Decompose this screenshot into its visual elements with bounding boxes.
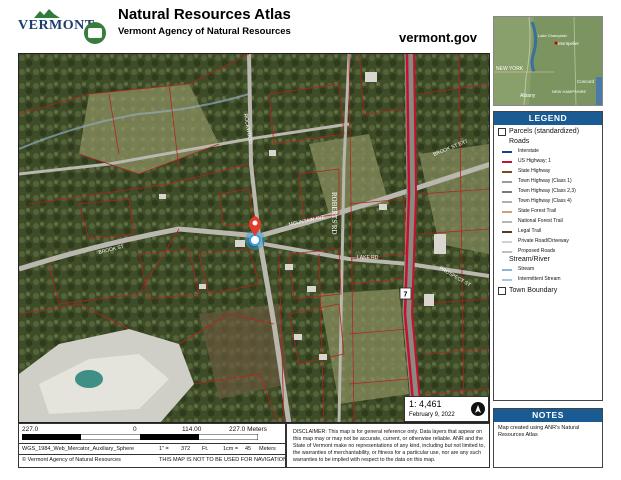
legend-road-swatch [502, 221, 512, 223]
legend-road-label: Town Highway (Class 1) [518, 178, 572, 184]
inset-label-concord: Concord [577, 79, 595, 84]
legend-parcels-label: Parcels (standardized) [509, 128, 580, 135]
legend-stream-heading: Stream/River [509, 256, 550, 263]
scale-zero: 0 [133, 426, 137, 433]
ratio-inch-value: 372 [181, 446, 191, 452]
inset-canvas: Lake Champlain Montpelier NEW YORK Conco… [494, 17, 602, 105]
inset-label-new-york: NEW YORK [496, 66, 524, 72]
ratio-cm-label: 1cm = [223, 446, 239, 452]
legend-stream-label: Intermittent Stream [518, 276, 561, 282]
scale-bar-graphic [22, 434, 258, 440]
site-url[interactable]: vermont.gov [399, 30, 477, 45]
legend-road-swatch [502, 251, 512, 253]
legend-road-swatch [502, 191, 512, 193]
map-canvas: ROCKWOOD MOUNTAIN AVE BROOK ST EXT ROBER… [19, 54, 489, 422]
inset-label-new-hampshire: NEW HAMPSHIRE [552, 89, 587, 94]
scale-bar-panel: 227.0 0 114.00 227.0 Meters WGS_1984_Web… [18, 423, 288, 468]
ratio-inch-unit: Ft. [202, 446, 209, 452]
scale-divider [19, 443, 285, 444]
ratio-inch-label: 1" = [159, 446, 169, 452]
page-title: Natural Resources Atlas [118, 6, 291, 23]
disclaimer-text: DISCLAIMER: This map is for general refe… [293, 429, 485, 463]
scale-divider-2 [19, 454, 285, 455]
map-date: February 9, 2022 [409, 412, 455, 418]
legend-road-swatch [502, 181, 512, 183]
legend-panel: LEGEND Parcels (standardized) Roads Stre… [493, 111, 603, 401]
scale-mid-value: 114.00 [182, 426, 202, 433]
legend-road-label: National Forest Trail [518, 218, 563, 224]
map-scale-ratio: 1: 4,461 [409, 399, 442, 409]
town-boundary-swatch [498, 287, 506, 295]
legend-road-swatch [502, 171, 512, 173]
inset-map[interactable]: Lake Champlain Montpelier NEW YORK Conco… [493, 16, 603, 106]
copyright-label: © Vermont Agency of Natural Resources [22, 457, 121, 463]
notes-panel: NOTES Map created using ANR's Natural Re… [493, 408, 603, 468]
navigation-warning: THIS MAP IS NOT TO BE USED FOR NAVIGATIO… [159, 457, 288, 463]
inset-label-albany: Albany [520, 93, 536, 99]
legend-road-label: Legal Trail [518, 228, 542, 234]
inset-label-lake: Lake Champlain [538, 33, 567, 38]
legend-road-label: Town Highway (Class 4) [518, 198, 572, 204]
legend-stream-swatch [502, 269, 512, 271]
legend-road-label: State Highway [518, 168, 551, 174]
legend-road-label: Town Highway (Class 2,3) [518, 188, 576, 194]
legend-road-label: Proposed Roads [518, 248, 556, 254]
parcels-swatch [498, 128, 506, 136]
scale-left-value: 227.0 [22, 426, 39, 433]
aerial-map[interactable]: ROCKWOOD MOUNTAIN AVE BROOK ST EXT ROBER… [18, 53, 490, 423]
ratio-cm-unit: Meters [259, 446, 276, 452]
page-subtitle: Vermont Agency of Natural Resources [118, 26, 291, 37]
map-header: VERMONT Natural Resources Atlas Vermont … [0, 0, 490, 52]
legend-road-swatch [502, 241, 512, 243]
north-arrow-icon [471, 402, 485, 416]
road-label-roberts-rd: ROBERTS RD [330, 192, 338, 235]
scale-right-value: 227.0 Meters [229, 426, 267, 433]
notes-title: NOTES [494, 409, 602, 422]
legend-stream-label: Stream [518, 266, 535, 272]
route-shield-number: 7 [404, 292, 408, 299]
legend-road-label: Private Road/Driveway [518, 238, 569, 244]
disclaimer-panel: DISCLAIMER: This map is for general refe… [286, 423, 490, 468]
legend-title: LEGEND [494, 112, 602, 125]
legend-road-label: State Forest Trail [518, 208, 557, 214]
inset-label-montpelier: Montpelier [558, 41, 580, 46]
ratio-cm-value: 45 [245, 446, 252, 452]
legend-stream-swatch [502, 279, 512, 281]
legend-road-swatch [502, 201, 512, 203]
projection-label: WGS_1984_Web_Mercator_Auxiliary_Sphere [22, 446, 135, 452]
anr-logo-mark [88, 28, 102, 38]
scale-panel: 1: 4,461 February 9, 2022 [404, 396, 489, 422]
road-label-lake-rd: LAKE RD [357, 255, 379, 261]
legend-road-swatch [502, 161, 512, 163]
legend-road-label: Interstate [518, 148, 539, 154]
legend-road-label: US Highway; 1 [518, 158, 552, 164]
legend-road-swatch [502, 231, 512, 233]
legend-road-swatch [502, 151, 512, 153]
legend-roads-heading: Roads [509, 138, 530, 145]
legend-town-boundary-label: Town Boundary [509, 287, 558, 294]
notes-text: Map created using ANR's Natural Resource… [498, 425, 580, 439]
legend-road-swatch [502, 211, 512, 213]
